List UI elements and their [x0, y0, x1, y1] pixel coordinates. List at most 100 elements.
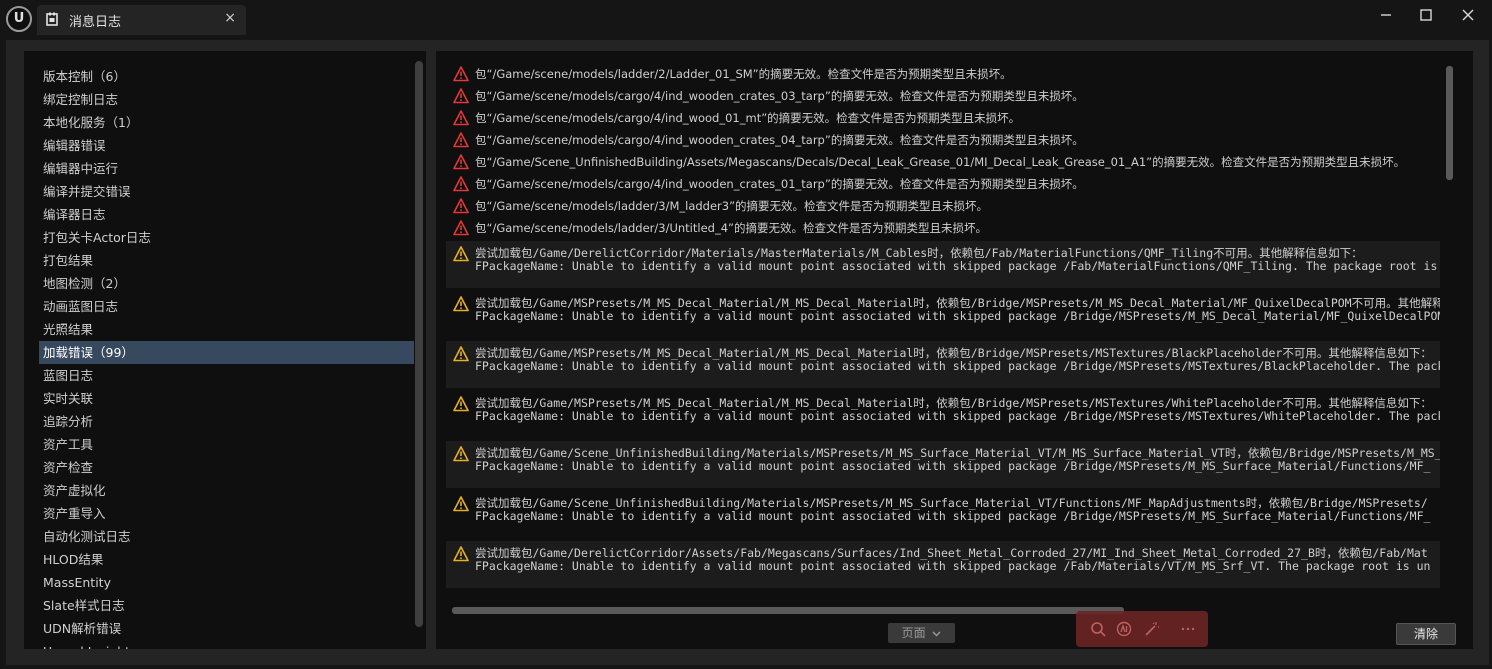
category-scrollbar[interactable] — [415, 61, 423, 627]
category-item[interactable]: Unreal Insights — [24, 640, 414, 649]
tab-close-button[interactable]: × — [224, 10, 236, 26]
error-triangle-icon — [453, 154, 469, 170]
category-item[interactable]: HLOD结果 — [24, 548, 414, 571]
message-log-panel: 版本控制（6） 绑定控制日志 本地化服务（1） 编辑器错误 编辑器中运行 编译并提交错误编… — [6, 40, 1489, 665]
minimize-icon — [1381, 14, 1391, 16]
message-log-icon — [46, 12, 58, 26]
error-message: 包“/Game/scene/models/ladder/2/Ladder_01_… — [475, 67, 1012, 81]
warning-row[interactable]: 尝试加载包/Game/DerelictCorridor/Assets/Fab/M… — [446, 541, 1440, 588]
error-message: 包“/Game/scene/models/cargo/4/ind_wooden_… — [475, 133, 1084, 147]
title-bar: U 消息日志 × — [0, 0, 1492, 40]
category-item[interactable]: 资产检查 — [24, 456, 414, 479]
error-message: 包“/Game/scene/models/cargo/4/ind_wooden_… — [475, 177, 1084, 191]
category-item[interactable]: 光照结果 — [24, 318, 414, 341]
search-icon[interactable] — [1090, 621, 1106, 637]
error-triangle-icon — [453, 176, 469, 192]
category-item[interactable]: 打包关卡Actor日志 — [24, 226, 414, 249]
error-row[interactable]: 包“/Game/scene/models/ladder/3/Untitled_4… — [446, 218, 1440, 238]
warning-detail: FPackageName: Unable to identify a valid… — [475, 509, 1431, 523]
warning-triangle-icon — [453, 546, 469, 562]
warning-row[interactable]: 尝试加载包/Game/Scene_UnfinishedBuilding/Mate… — [446, 441, 1440, 488]
category-item[interactable]: 编辑器错误 — [24, 134, 414, 157]
maximize-icon — [1420, 9, 1432, 21]
error-triangle-icon — [453, 198, 469, 214]
maximize-button[interactable] — [1414, 6, 1438, 26]
error-message: 包“/Game/scene/models/ladder/3/Untitled_4… — [475, 221, 987, 235]
message-horizontal-scrollbar[interactable] — [452, 607, 1442, 614]
message-vertical-scrollbar[interactable] — [1446, 66, 1453, 180]
warning-row[interactable]: 尝试加载包/Game/MSPresets/M_MS_Decal_Material… — [446, 391, 1440, 438]
category-item[interactable]: MassEntity — [24, 571, 414, 594]
warning-triangle-icon — [453, 496, 469, 512]
error-row[interactable]: 包“/Game/scene/models/ladder/2/Ladder_01_… — [446, 64, 1440, 84]
close-icon — [1462, 9, 1474, 21]
category-item[interactable]: 动画蓝图日志 — [24, 295, 414, 318]
warning-detail: FPackageName: Unable to identify a valid… — [475, 459, 1431, 473]
category-scrollbar-thumb[interactable] — [415, 61, 423, 627]
warning-detail: FPackageName: Unable to identify a valid… — [475, 359, 1440, 373]
category-item[interactable]: 资产虚拟化 — [24, 479, 414, 502]
category-item[interactable]: 蓝图日志 — [24, 364, 414, 387]
warning-triangle-icon — [453, 246, 469, 262]
error-triangle-icon — [453, 66, 469, 82]
tab-message-log[interactable]: 消息日志 × — [37, 5, 246, 35]
warning-detail: FPackageName: Unable to identify a valid… — [475, 259, 1440, 273]
warning-triangle-icon — [453, 346, 469, 362]
category-item[interactable]: 资产重导入 — [24, 502, 414, 525]
category-item[interactable]: 资产工具 — [24, 433, 414, 456]
error-message: 包“/Game/scene/models/ladder/3/M_ladder3”… — [475, 199, 989, 213]
error-message: 包“/Game/scene/models/cargo/4/ind_wooden_… — [475, 89, 1084, 103]
category-item[interactable]: UDN解析错误 — [24, 617, 414, 640]
page-dropdown-button[interactable]: 页面 — [888, 623, 955, 643]
warning-row[interactable]: 尝试加载包/Game/MSPresets/M_MS_Decal_Material… — [446, 341, 1440, 388]
warning-row[interactable]: 尝试加载包/Game/Scene_UnfinishedBuilding/Mate… — [446, 491, 1440, 538]
more-icon[interactable] — [1180, 621, 1196, 637]
warning-triangle-icon — [453, 296, 469, 312]
warning-row[interactable]: 尝试加载包/Game/MSPresets/M_MS_Decal_Material… — [446, 291, 1440, 338]
error-row[interactable]: 包“/Game/scene/models/cargo/4/ind_wooden_… — [446, 86, 1440, 106]
category-item[interactable]: 打包结果 — [24, 249, 414, 272]
error-message: 包“/Game/scene/models/cargo/4/ind_wood_01… — [475, 111, 1021, 125]
warning-triangle-icon — [453, 396, 469, 412]
warning-row[interactable]: 尝试加载包/Game/DerelictCorridor/Materials/Ma… — [446, 241, 1440, 288]
floating-toolbar — [1076, 611, 1208, 647]
category-item[interactable]: 地图检测（2） — [24, 272, 414, 295]
category-item[interactable]: 自动化测试日志 — [24, 525, 414, 548]
category-item[interactable]: 版本控制（6） — [24, 65, 414, 88]
category-item[interactable]: Slate样式日志 — [24, 594, 414, 617]
warning-detail: FPackageName: Unable to identify a valid… — [475, 559, 1431, 573]
error-triangle-icon — [453, 88, 469, 104]
error-triangle-icon — [453, 110, 469, 126]
category-item[interactable]: 编译器日志 — [24, 203, 414, 226]
warning-triangle-icon — [453, 446, 469, 462]
category-item[interactable]: 实时关联 — [24, 387, 414, 410]
error-row[interactable]: 包“/Game/Scene_UnfinishedBuilding/Assets/… — [446, 152, 1440, 172]
error-message: 包“/Game/Scene_UnfinishedBuilding/Assets/… — [475, 155, 1406, 169]
category-item[interactable]: 编译并提交错误 — [24, 180, 414, 203]
message-list: 包“/Game/scene/models/ladder/2/Ladder_01_… — [436, 51, 1473, 649]
tab-title: 消息日志 — [69, 15, 122, 30]
page-dropdown-label: 页面 — [901, 626, 926, 640]
warning-detail: FPackageName: Unable to identify a valid… — [475, 309, 1440, 323]
unreal-logo-icon[interactable]: U — [6, 6, 32, 32]
category-list: 版本控制（6） 绑定控制日志 本地化服务（1） 编辑器错误 编辑器中运行 编译并提交错误编… — [24, 51, 426, 649]
clear-button[interactable]: 清除 — [1396, 623, 1456, 645]
category-item[interactable]: 加载错误（99） — [39, 341, 414, 364]
close-window-button[interactable] — [1456, 6, 1480, 26]
error-row[interactable]: 包“/Game/scene/models/cargo/4/ind_wooden_… — [446, 174, 1440, 194]
category-item[interactable]: 编辑器中运行 — [24, 157, 414, 180]
message-horizontal-scrollbar-thumb[interactable] — [452, 607, 1124, 614]
error-triangle-icon — [453, 220, 469, 236]
category-item[interactable]: 绑定控制日志 — [24, 88, 414, 111]
minimize-button[interactable] — [1374, 6, 1398, 26]
chevron-down-icon — [932, 631, 941, 637]
error-row[interactable]: 包“/Game/scene/models/ladder/3/M_ladder3”… — [446, 196, 1440, 216]
category-item[interactable]: 本地化服务（1） — [24, 111, 414, 134]
error-triangle-icon — [453, 132, 469, 148]
error-row[interactable]: 包“/Game/scene/models/cargo/4/ind_wooden_… — [446, 130, 1440, 150]
magic-wand-icon[interactable] — [1144, 621, 1160, 637]
error-row[interactable]: 包“/Game/scene/models/cargo/4/ind_wood_01… — [446, 108, 1440, 128]
warning-detail: FPackageName: Unable to identify a valid… — [475, 409, 1440, 423]
category-item[interactable]: 追踪分析 — [24, 410, 414, 433]
ai-icon[interactable] — [1116, 621, 1132, 637]
